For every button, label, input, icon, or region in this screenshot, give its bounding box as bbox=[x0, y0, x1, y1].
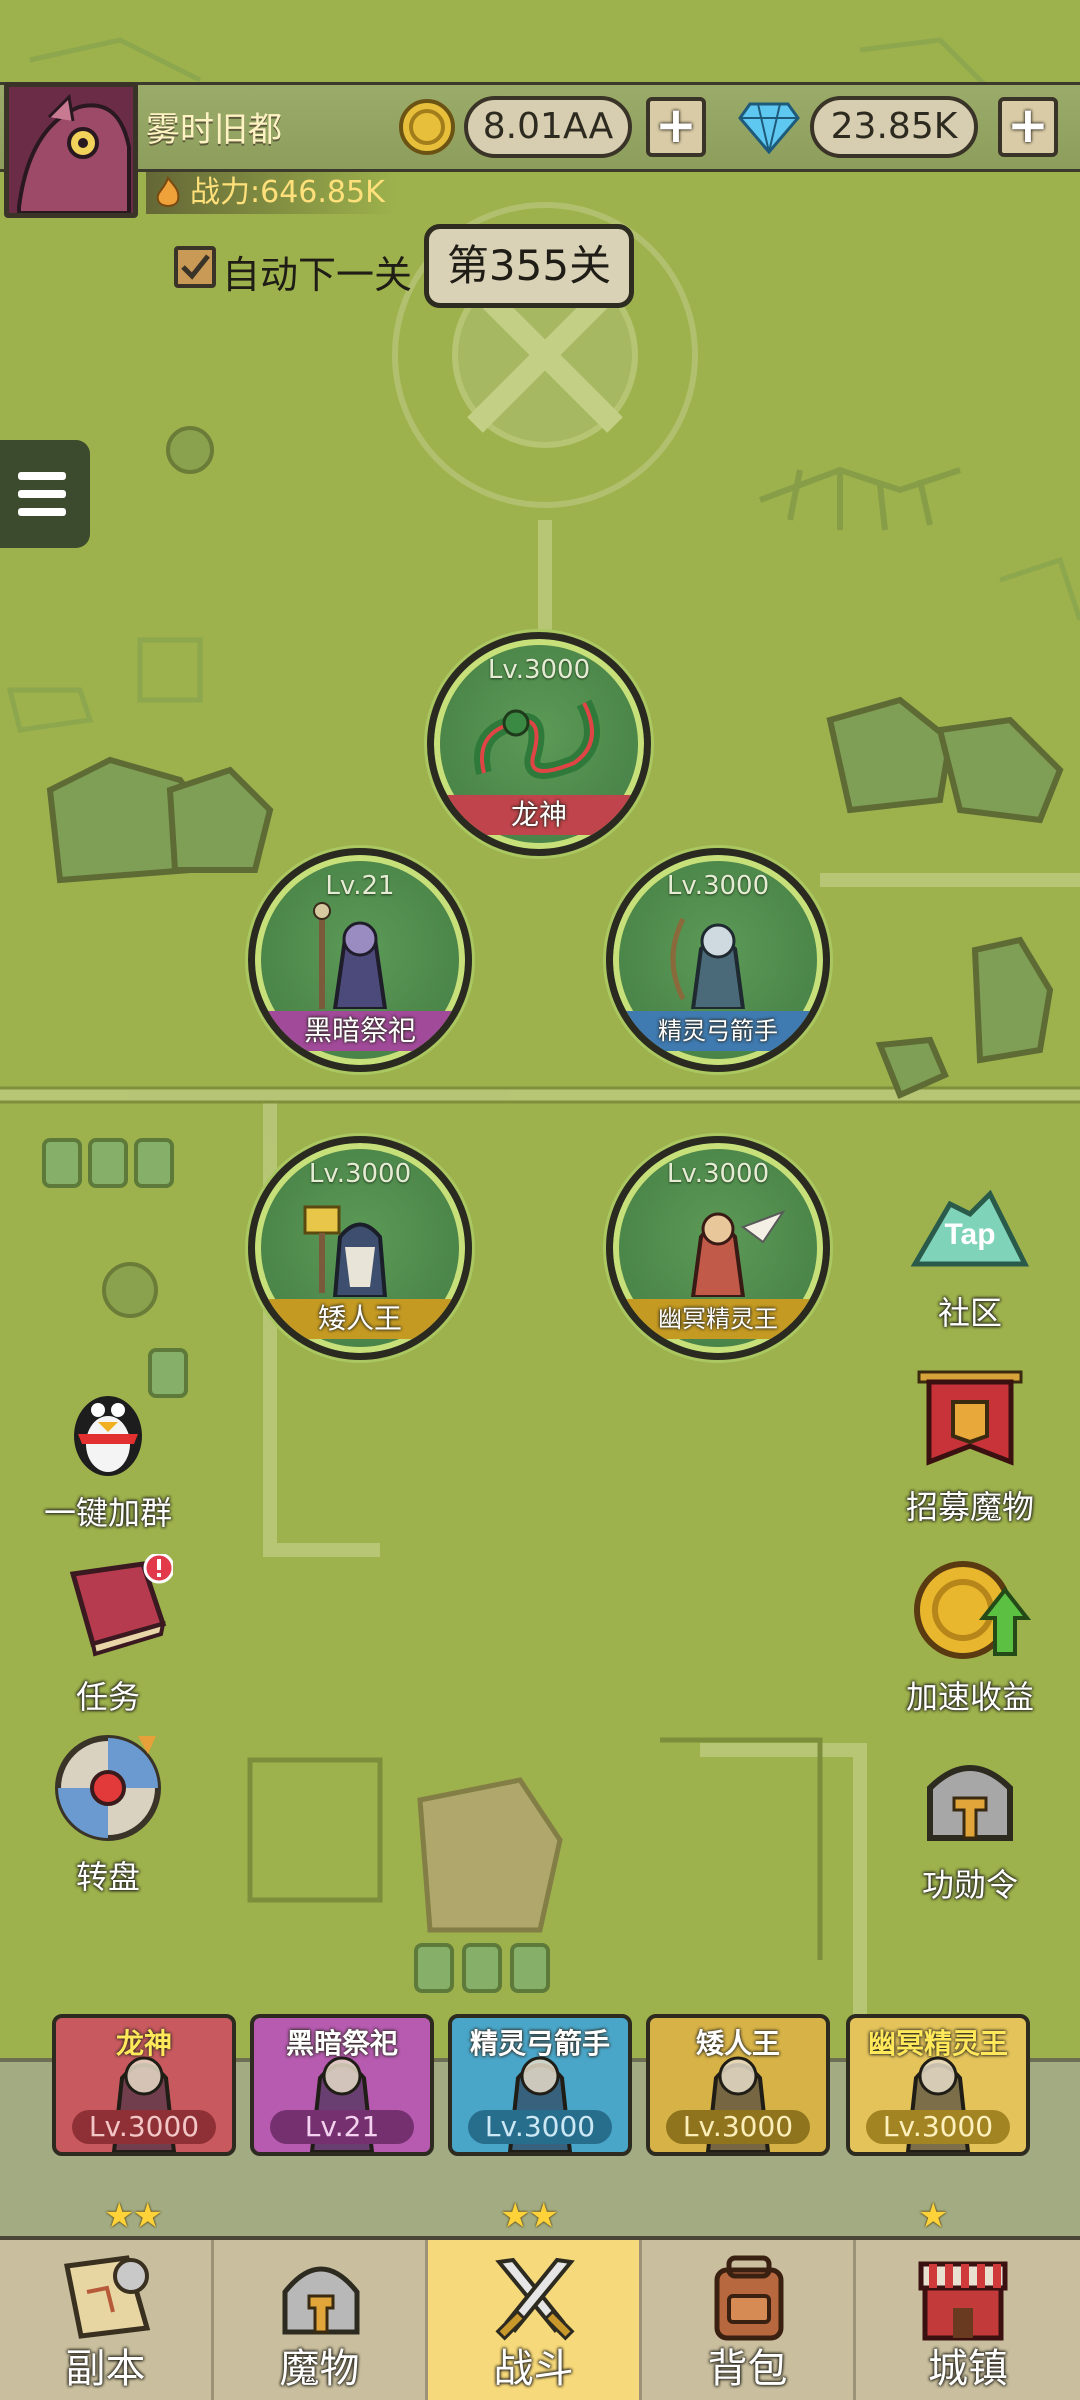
node-name-banner: 矮人王 bbox=[265, 1299, 455, 1339]
community-button[interactable]: Tap 社区 bbox=[890, 1184, 1050, 1334]
backpack-icon bbox=[714, 2255, 784, 2341]
tap-icon-text: Tap bbox=[944, 1218, 995, 1251]
tab-dungeon[interactable]: 副本 bbox=[0, 2240, 214, 2400]
crossed-swords-icon bbox=[495, 2257, 575, 2341]
player-avatar[interactable] bbox=[4, 82, 138, 218]
team-slot[interactable]: 幽冥精灵王 Lv.3000 bbox=[846, 2014, 1030, 2156]
team-slot[interactable]: 黑暗祭祀 Lv.21 bbox=[250, 2014, 434, 2156]
gold-coin-icon bbox=[399, 99, 455, 155]
node-name-banner: 黑暗祭祀 bbox=[265, 1011, 455, 1051]
checkmark-icon bbox=[181, 254, 210, 280]
tab-battle[interactable]: 战斗 bbox=[428, 2240, 642, 2400]
diamond-gem-icon bbox=[738, 102, 800, 154]
monster-helmet-icon bbox=[282, 2266, 360, 2335]
team-slot-name: 幽冥精灵王 bbox=[867, 2027, 1008, 2060]
node-name-banner: 幽冥精灵王 bbox=[623, 1299, 813, 1339]
tab-backpack[interactable]: 背包 bbox=[642, 2240, 856, 2400]
auto-next-label[interactable]: 自动下一关 bbox=[222, 244, 412, 299]
menu-button[interactable] bbox=[0, 440, 90, 548]
merit-order-button[interactable]: 功勋令 bbox=[890, 1748, 1050, 1906]
community-label: 社区 bbox=[937, 1294, 1002, 1332]
node-level: Lv.3000 bbox=[308, 1159, 412, 1189]
formation-node-dark-priest[interactable]: Lv.21 黑暗祭祀 bbox=[248, 848, 472, 1072]
dwarf-king-icon bbox=[303, 1205, 388, 1297]
node-level: Lv.3000 bbox=[487, 655, 591, 685]
team-slot-stars: ★ bbox=[918, 2196, 949, 2236]
team-slot-stars: ★★ bbox=[500, 2196, 559, 2236]
tab-label: 副本 bbox=[65, 2346, 146, 2392]
team-slot[interactable]: 龙神 Lv.3000 bbox=[52, 2014, 236, 2156]
combat-power: 战力:646.85K bbox=[146, 172, 396, 214]
team-slot-name: 矮人王 bbox=[695, 2027, 780, 2060]
team-slot-name: 精灵弓箭手 bbox=[469, 2027, 610, 2060]
speed-income-button[interactable]: 加速收益 bbox=[890, 1554, 1050, 1718]
speed-coin-icon bbox=[914, 1561, 1032, 1659]
join-group-label: 一键加群 bbox=[43, 1494, 172, 1532]
team-slot-level: Lv.21 bbox=[270, 2110, 414, 2144]
avatar-portrait-icon bbox=[9, 87, 133, 213]
merit-order-label: 功勋令 bbox=[921, 1866, 1018, 1904]
tab-label: 城镇 bbox=[928, 2346, 1008, 2392]
node-level: Lv.3000 bbox=[666, 871, 770, 901]
node-name-banner: 精灵弓箭手 bbox=[623, 1011, 813, 1051]
recruit-monster-label: 招募魔物 bbox=[905, 1488, 1034, 1526]
team-slot[interactable]: 矮人王 Lv.3000 bbox=[646, 2014, 830, 2156]
join-group-button[interactable]: 一键加群 bbox=[28, 1376, 188, 1534]
map-scroll-icon bbox=[64, 2255, 151, 2339]
player-name: 雾时旧都 bbox=[146, 110, 282, 150]
formation-node-dragon-god[interactable]: Lv.3000 龙神 bbox=[427, 632, 651, 856]
wheel-label: 转盘 bbox=[75, 1858, 140, 1896]
formation-node-nether-elf-king[interactable]: Lv.3000 幽冥精灵王 bbox=[606, 1136, 830, 1360]
node-level: Lv.21 bbox=[325, 871, 395, 901]
quest-book-icon bbox=[69, 1552, 175, 1657]
recruit-banner-icon bbox=[917, 1370, 1023, 1466]
team-slot-level: Lv.3000 bbox=[666, 2110, 810, 2144]
add-gold-button[interactable]: + bbox=[646, 97, 706, 157]
dark-priest-icon bbox=[313, 902, 388, 1009]
recruit-monster-button[interactable]: 招募魔物 bbox=[890, 1366, 1050, 1528]
team-slot-name: 龙神 bbox=[115, 2027, 172, 2060]
elf-archer-icon bbox=[670, 917, 746, 1009]
tab-label: 战斗 bbox=[493, 2346, 574, 2392]
helmet-icon bbox=[927, 1765, 1013, 1841]
team-slot[interactable]: 精灵弓箭手 Lv.3000 bbox=[448, 2014, 632, 2156]
nether-elf-king-icon bbox=[690, 1209, 786, 1297]
quest-label: 任务 bbox=[75, 1678, 140, 1716]
tab-town[interactable]: 城镇 bbox=[856, 2240, 1080, 2400]
gold-amount: 8.01AA bbox=[464, 96, 632, 158]
formation-node-elf-archer[interactable]: Lv.3000 精灵弓箭手 bbox=[606, 848, 830, 1072]
tab-label: 背包 bbox=[707, 2346, 788, 2392]
quest-button[interactable]: 任务 bbox=[28, 1552, 188, 1718]
power-flame-icon bbox=[156, 176, 180, 207]
penguin-icon bbox=[74, 1396, 142, 1476]
hamburger-menu-icon bbox=[18, 472, 66, 516]
town-shop-icon bbox=[918, 2261, 1008, 2341]
wheel-icon bbox=[55, 1735, 161, 1841]
team-slot-level: Lv.3000 bbox=[468, 2110, 612, 2144]
team-slot-level: Lv.3000 bbox=[72, 2110, 216, 2144]
node-level: Lv.3000 bbox=[666, 1159, 770, 1189]
tap-community-icon: Tap bbox=[910, 1189, 1030, 1267]
formation-node-dwarf-king[interactable]: Lv.3000 矮人王 bbox=[248, 1136, 472, 1360]
tab-monsters[interactable]: 魔物 bbox=[214, 2240, 428, 2400]
speed-income-label: 加速收益 bbox=[905, 1678, 1034, 1716]
team-slot-level: Lv.3000 bbox=[866, 2110, 1010, 2144]
team-slot-name: 黑暗祭祀 bbox=[285, 2027, 398, 2060]
gem-amount: 23.85K bbox=[810, 96, 978, 158]
combat-power-text: 战力:646.85K bbox=[190, 175, 385, 210]
current-stage-badge[interactable]: 第355关 bbox=[424, 224, 634, 308]
wheel-button[interactable]: 转盘 bbox=[28, 1732, 188, 1898]
team-slot-stars: ★★ bbox=[104, 2196, 163, 2236]
add-gems-button[interactable]: + bbox=[998, 97, 1058, 157]
node-name-banner: 龙神 bbox=[444, 795, 634, 835]
tab-label: 魔物 bbox=[279, 2346, 360, 2392]
dragon-god-icon bbox=[474, 699, 600, 779]
auto-next-checkbox[interactable] bbox=[174, 246, 216, 288]
